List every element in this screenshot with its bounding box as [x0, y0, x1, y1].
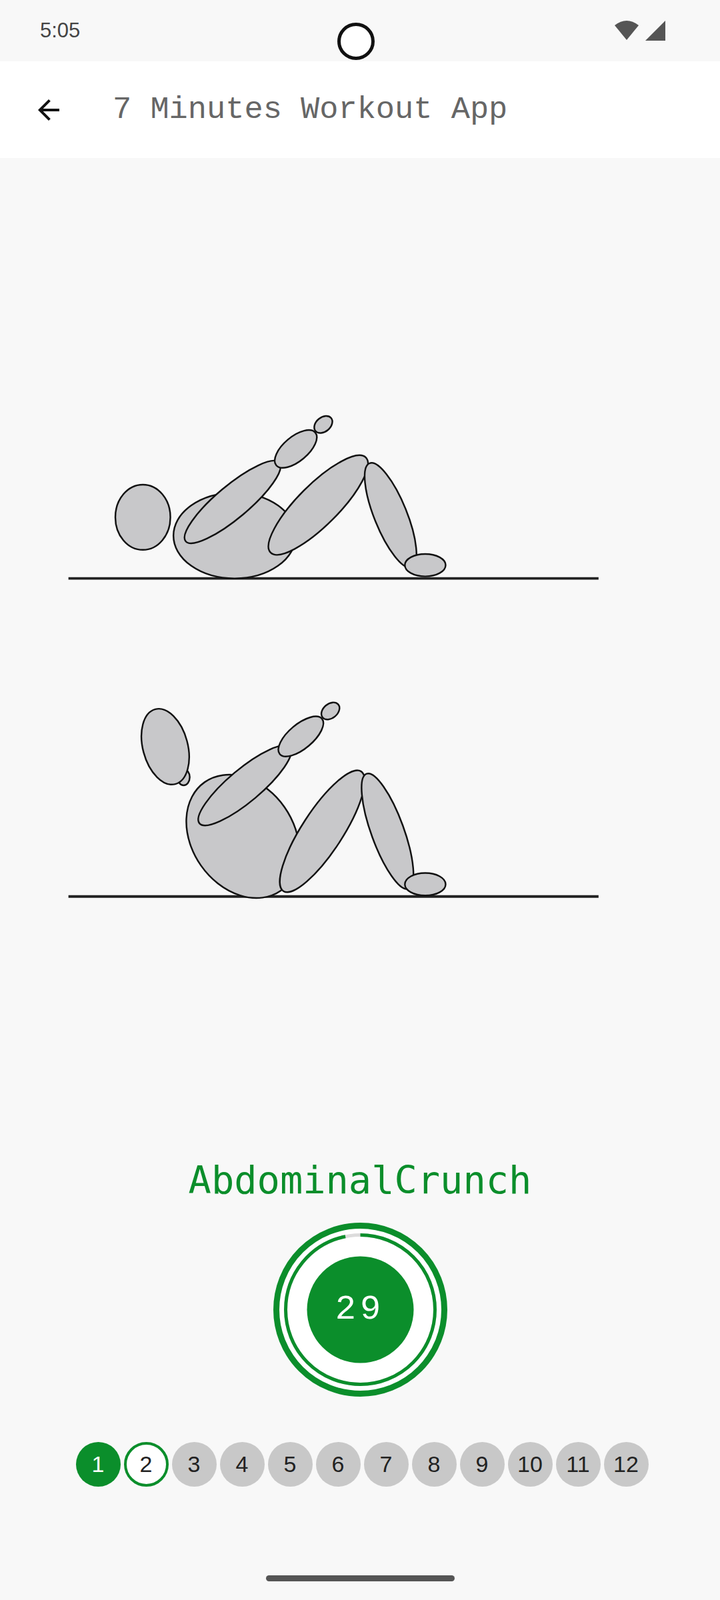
status-time: 5:05	[40, 18, 80, 43]
step-item: 3	[172, 1442, 217, 1487]
wifi-icon	[613, 20, 640, 42]
step-item: 6	[316, 1442, 361, 1487]
step-item: 12	[604, 1442, 649, 1487]
exercise-name: AbdominalCrunch	[0, 1153, 720, 1207]
signal-icon	[644, 19, 667, 42]
step-item: 2	[124, 1442, 169, 1487]
status-bar: 5:05	[0, 0, 720, 62]
status-icons	[613, 19, 667, 42]
step-item: 8	[412, 1442, 457, 1487]
step-item: 11	[556, 1442, 601, 1487]
abdominal-crunch-illustration-icon	[0, 398, 720, 905]
step-item: 9	[460, 1442, 505, 1487]
step-item: 7	[364, 1442, 409, 1487]
app-title: 7 Minutes Workout App	[112, 92, 508, 128]
app-bar: 7 Minutes Workout App	[0, 61, 720, 158]
home-handle[interactable]	[266, 1575, 455, 1582]
step-item: 1	[76, 1442, 121, 1487]
back-arrow-icon[interactable]	[32, 94, 65, 126]
step-item: 4	[220, 1442, 265, 1487]
screen: 5:05 7 Minutes Workout App AbdominalCrunch…	[0, 0, 720, 1600]
step-item: 5	[268, 1442, 313, 1487]
exercise-image	[0, 158, 720, 1154]
step-indicator: 123456789101112	[0, 1442, 720, 1487]
timer: 29	[272, 1222, 448, 1398]
navigation-bar	[0, 1575, 720, 1600]
timer-reading: 29	[272, 1222, 448, 1398]
step-item: 10	[508, 1442, 553, 1487]
camera-cutout-icon	[337, 22, 375, 60]
